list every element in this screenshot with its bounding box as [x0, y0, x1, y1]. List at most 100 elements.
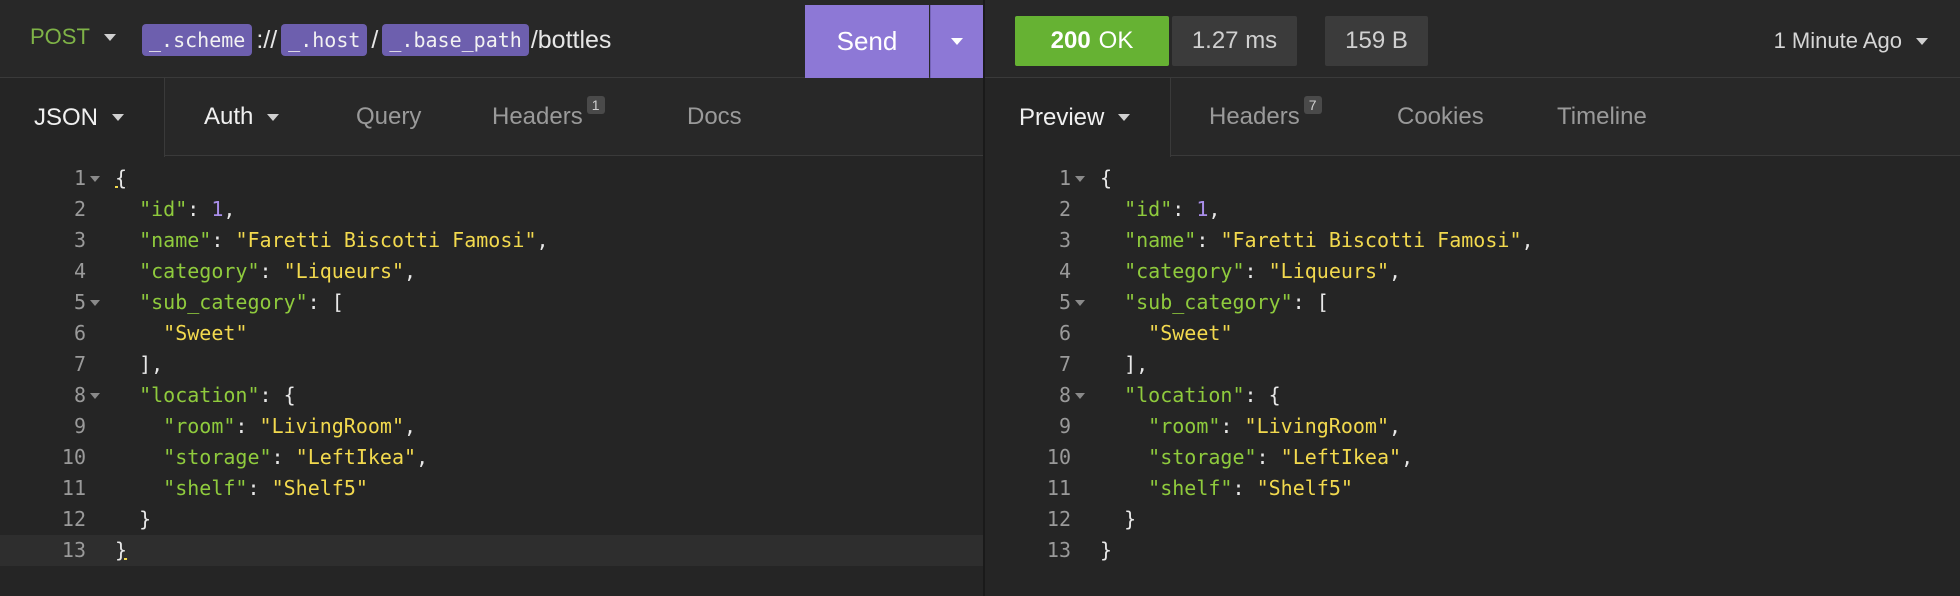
tab-response-headers[interactable]: Headers 7: [1209, 78, 1322, 156]
url-path: /bottles: [530, 25, 612, 54]
url-input[interactable]: _.scheme :// _.host / _.base_path /bottl…: [140, 24, 611, 56]
response-pane: 200 OK 1.27 ms 159 B 1 Minute Ago Previe…: [985, 0, 1960, 596]
code-line: 8 "location": {: [0, 380, 983, 411]
tab-label: Headers: [492, 103, 583, 130]
code-token: Liqueurs: [1280, 259, 1377, 283]
code-line: 5 "sub_category": [: [0, 287, 983, 318]
fold-icon[interactable]: [90, 393, 100, 399]
line-number: 9: [73, 414, 86, 438]
code-token: ,: [536, 228, 549, 252]
code-token: "LivingRoom": [1244, 414, 1390, 438]
code-token: {: [115, 163, 127, 194]
tab-json[interactable]: JSON: [0, 78, 166, 157]
history-dropdown[interactable]: 1 Minute Ago: [1774, 28, 1928, 54]
tab-headers[interactable]: Headers 1: [492, 78, 605, 156]
code-token: :: [1220, 414, 1245, 438]
request-body-editor[interactable]: 1{ 2 "id": 1, 3 "name": "Faretti Biscott…: [0, 163, 983, 566]
code-token: :: [1172, 197, 1197, 221]
code-line: 12 }: [0, 504, 983, 535]
code-token: "room": [1148, 414, 1221, 438]
env-variable-base-path[interactable]: _.base_path: [382, 24, 529, 56]
code-line: 10 "storage": "LeftIkea",: [0, 442, 983, 473]
line-number: 4: [73, 259, 86, 283]
code-token: "LivingRoom": [259, 414, 405, 438]
code-token: :: [259, 259, 284, 283]
line-number: 12: [61, 507, 86, 531]
request-url-bar: POST _.scheme :// _.host / _.base_path /…: [0, 0, 983, 78]
code-token: : {: [1244, 383, 1281, 407]
code-token: "room": "LivingRoom",: [115, 411, 416, 442]
code-line: 11 "shelf": "Shelf5": [0, 473, 983, 504]
fold-icon[interactable]: [90, 300, 100, 306]
url-separator: ://: [256, 25, 278, 54]
code-token: }: [139, 507, 152, 531]
code-token: "shelf": "Shelf5": [115, 473, 368, 504]
send-button[interactable]: Send: [805, 5, 929, 78]
line-number: 2: [1058, 197, 1071, 221]
code-token: Faretti Biscotti Famosi: [1232, 228, 1510, 252]
code-token: "category": [139, 259, 260, 283]
code-token: }: [1124, 507, 1137, 531]
line-number: 11: [61, 476, 86, 500]
method-dropdown[interactable]: POST: [30, 24, 116, 50]
tab-docs[interactable]: Docs: [687, 78, 742, 156]
code-token: }: [115, 538, 128, 562]
tab-query[interactable]: Query: [356, 78, 421, 156]
code-token: ],: [1124, 352, 1149, 376]
tab-timeline[interactable]: Timeline: [1557, 78, 1647, 156]
line-number: 11: [1046, 476, 1071, 500]
code-line: 4 "category": "Liqueurs",: [0, 256, 983, 287]
response-tabs: Preview Headers 7 Cookies Timeline: [985, 78, 1960, 157]
code-token: "category": "Liqueurs",: [115, 256, 416, 287]
response-size-badge: 159 B: [1325, 16, 1428, 66]
tab-preview[interactable]: Preview: [985, 78, 1172, 157]
code-token: : {: [259, 383, 296, 407]
line-number: 5: [1058, 290, 1071, 314]
chevron-down-icon: [267, 113, 280, 121]
code-token: }: [1100, 538, 1113, 562]
url-separator: /: [371, 25, 379, 54]
code-token: ,: [1208, 197, 1221, 221]
code-token: LeftIkea: [307, 445, 405, 469]
tab-cookies[interactable]: Cookies: [1397, 78, 1484, 156]
code-token: : [: [307, 290, 344, 314]
line-number: 5: [73, 290, 86, 314]
tab-auth[interactable]: Auth: [204, 78, 280, 156]
fold-icon[interactable]: [1075, 176, 1085, 182]
code-token: ],: [115, 349, 163, 380]
code-token: ],: [139, 352, 164, 376]
line-number: 6: [1058, 321, 1071, 345]
fold-icon[interactable]: [1075, 300, 1085, 306]
line-number: 10: [61, 445, 86, 469]
env-variable-host[interactable]: _.host: [281, 24, 368, 56]
code-token: "shelf": [1148, 476, 1233, 500]
code-line: 9 "room": "LivingRoom",: [0, 411, 983, 442]
code-token: LivingRoom: [1256, 414, 1377, 438]
line-number: 10: [1046, 445, 1071, 469]
line-number: 7: [73, 352, 86, 376]
code-token: ,: [1401, 445, 1414, 469]
tab-label: Query: [356, 103, 422, 130]
line-number: 8: [1058, 383, 1071, 407]
code-token: Liqueurs: [295, 259, 392, 283]
code-token: "id": [1124, 197, 1173, 221]
line-number: 6: [73, 321, 86, 345]
code-token: "location": [1124, 383, 1245, 407]
send-options-button[interactable]: [930, 5, 983, 78]
code-line: 2 "id": 1,: [985, 194, 1960, 225]
response-time-badge: 1.27 ms: [1172, 16, 1297, 66]
chevron-down-icon: [1916, 37, 1928, 45]
code-token: "storage": "LeftIkea",: [115, 442, 428, 473]
code-token: Sweet: [1160, 321, 1221, 345]
code-token: ,: [1389, 259, 1402, 283]
fold-icon[interactable]: [1075, 393, 1085, 399]
request-tabs: JSON Auth Query Headers 1 Docs: [0, 78, 983, 157]
fold-icon[interactable]: [90, 176, 100, 182]
code-line: 8 "location": {: [985, 380, 1960, 411]
code-token: :: [211, 228, 236, 252]
line-number: 1: [73, 166, 86, 190]
response-body-viewer[interactable]: 1{ 2 "id": 1, 3 "name": "Faretti Biscott…: [985, 163, 1960, 566]
line-number: 9: [1058, 414, 1071, 438]
env-variable-scheme[interactable]: _.scheme: [142, 24, 253, 56]
code-token: "LeftIkea": [1280, 445, 1402, 469]
